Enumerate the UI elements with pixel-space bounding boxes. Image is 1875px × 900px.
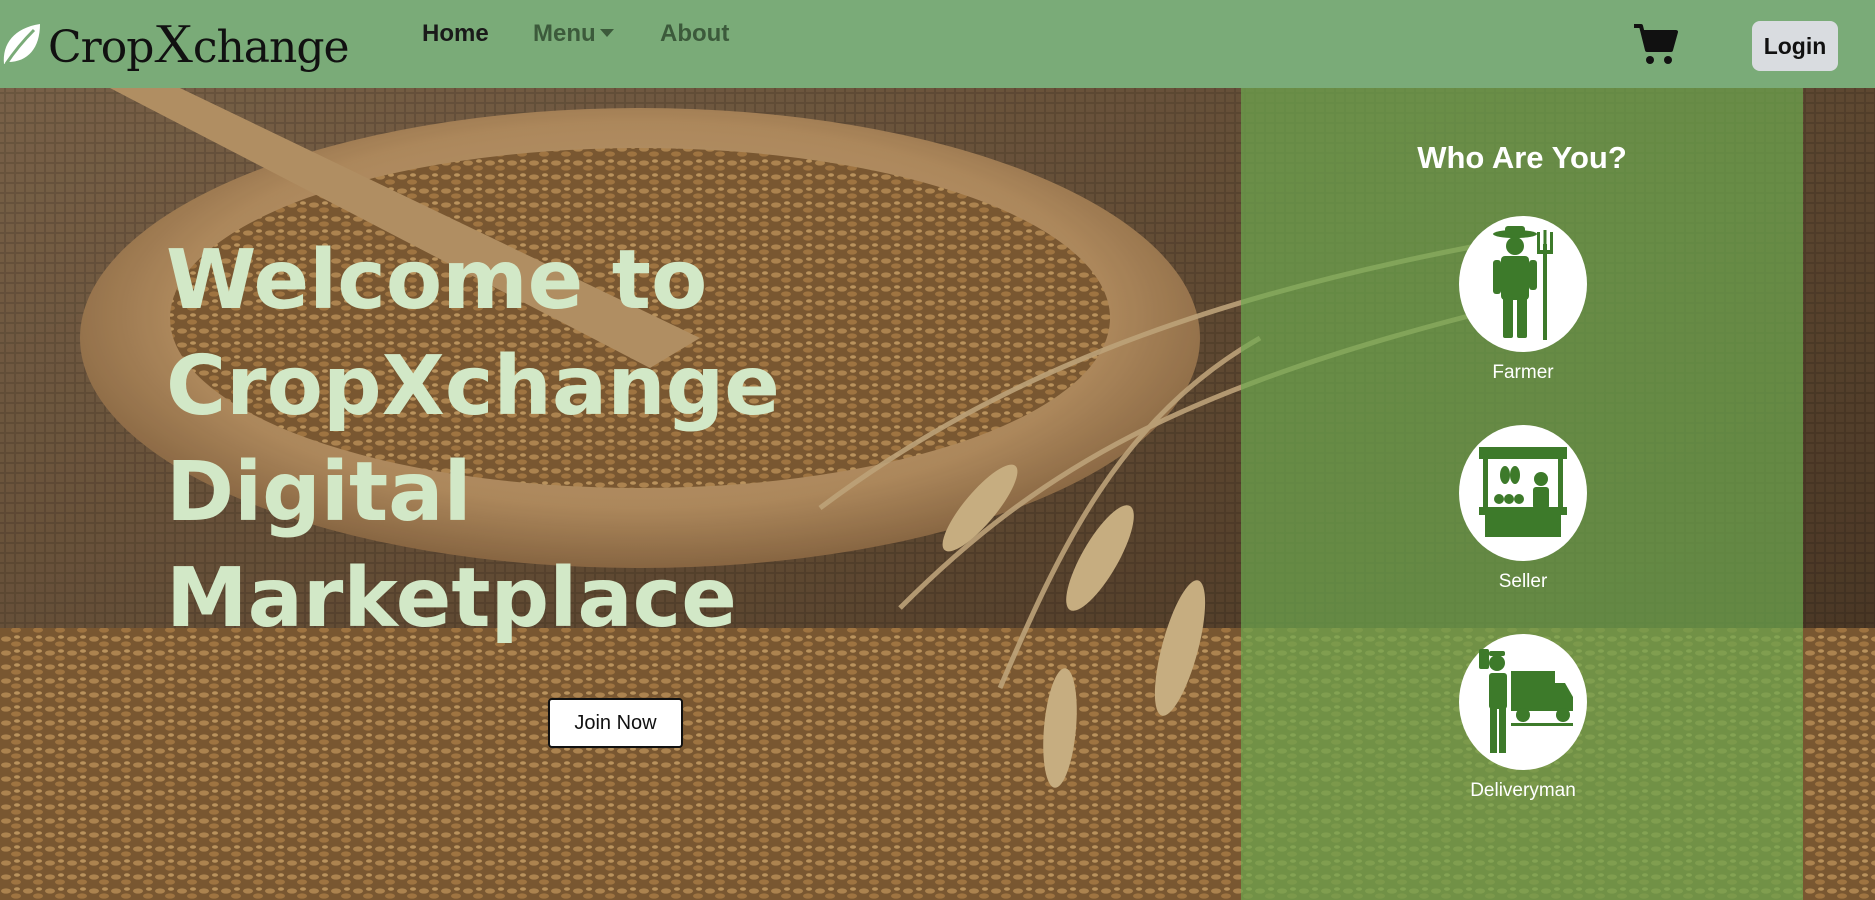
- market-stall-icon: [1479, 447, 1567, 537]
- shopping-cart-icon[interactable]: [1632, 20, 1680, 68]
- brand-name: CropXchange: [48, 13, 350, 75]
- role-selection-panel: Who Are You? Farmer Seller Deliveryman: [1241, 88, 1803, 900]
- role-seller-circle[interactable]: [1459, 425, 1587, 561]
- join-now-button[interactable]: Join Now: [548, 698, 683, 748]
- nav-about[interactable]: About: [660, 20, 729, 48]
- role-farmer-label: Farmer: [1492, 362, 1554, 383]
- role-panel-title: Who Are You?: [1417, 140, 1627, 175]
- chevron-down-icon: [599, 28, 614, 37]
- role-farmer[interactable]: Farmer: [1458, 216, 1588, 384]
- farmer-icon: [1493, 226, 1553, 340]
- role-deliveryman-label: Deliveryman: [1470, 780, 1576, 801]
- brand-logo[interactable]: CropXchange: [0, 12, 350, 76]
- delivery-truck-icon: [1479, 649, 1573, 753]
- nav-menu-label: Menu: [533, 20, 596, 47]
- role-seller-label: Seller: [1498, 571, 1548, 592]
- nav-home[interactable]: Home: [422, 20, 489, 48]
- nav-menu-dropdown[interactable]: Menu: [533, 20, 614, 48]
- login-button[interactable]: Login: [1752, 21, 1838, 71]
- role-farmer-circle[interactable]: [1459, 216, 1587, 352]
- role-seller[interactable]: Seller: [1458, 425, 1588, 593]
- navbar: CropXchange Home Menu About Login: [0, 0, 1875, 88]
- role-deliveryman-circle[interactable]: [1459, 634, 1587, 770]
- role-deliveryman[interactable]: Deliveryman: [1458, 634, 1588, 802]
- hero-headline: Welcome to CropXchange Digital Marketpla…: [166, 233, 780, 646]
- leaf-icon: [3, 24, 41, 65]
- hero-section: Welcome to CropXchange Digital Marketpla…: [0, 88, 1875, 900]
